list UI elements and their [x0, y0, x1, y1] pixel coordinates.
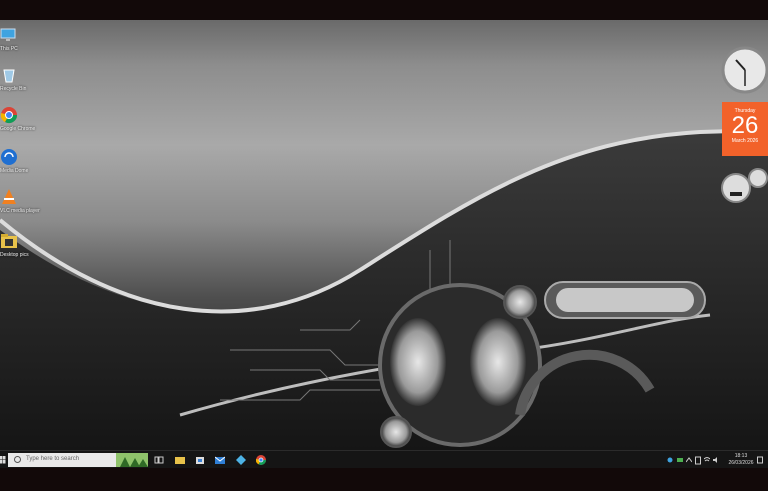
wifi-icon[interactable] — [704, 455, 710, 465]
notifications-icon[interactable] — [757, 455, 763, 465]
recycle-bin-icon — [3, 69, 15, 83]
taskbar: Type here to search 18:13 26/03/2026 — [0, 450, 768, 468]
search-highlight-image — [116, 453, 148, 467]
desktop-icon-recycle-bin[interactable]: Recycle Bin — [0, 66, 30, 92]
taskbar-search[interactable]: Type here to search — [8, 453, 148, 467]
analog-clock-gadget — [721, 46, 768, 94]
desktop-icon-desktop-pics[interactable]: Desktop pics — [0, 232, 30, 258]
desktop-icon-this-pc[interactable]: This PC — [0, 26, 30, 52]
chrome-icon — [0, 107, 18, 124]
desktop-icon-label: Google Chrome — [0, 126, 36, 132]
search-icon — [14, 456, 21, 463]
battery-icon[interactable] — [695, 455, 701, 465]
tray-show-hidden-icon[interactable] — [686, 455, 692, 465]
clock-date: 26/03/2026 — [728, 460, 754, 466]
desktop-icon-vlc[interactable]: VLC media player — [0, 188, 40, 214]
desktop-icon-chrome[interactable]: Google Chrome — [0, 106, 36, 132]
network-status-icon[interactable] — [667, 455, 673, 465]
monitor-icon — [0, 28, 16, 41]
file-explorer-icon[interactable] — [175, 455, 185, 465]
desktop-icon-label: Desktop pics — [0, 252, 29, 258]
monitor-bezel: This PC Recycle Bin Google Chrome Media … — [0, 0, 768, 491]
clock-time: 18:13 — [734, 453, 748, 459]
folder-icon — [1, 234, 17, 248]
desktop-icon-label: Media Dome — [0, 168, 29, 174]
calendar-gadget[interactable]: Thursday 26 March 2026 — [722, 102, 768, 156]
wallpaper — [0, 46, 768, 450]
desktop-icon-media-dome[interactable]: Media Dome — [0, 148, 30, 174]
mail-icon[interactable] — [215, 455, 225, 465]
volume-icon[interactable] — [713, 455, 719, 465]
taskbar-clock[interactable]: 18:13 26/03/2026 — [726, 453, 756, 467]
start-button[interactable] — [0, 455, 6, 465]
vlc-icon — [2, 189, 16, 204]
desktop-icon-label: This PC — [0, 46, 18, 52]
media-dome-icon — [1, 149, 17, 165]
calendar-month-year: March 2026 — [731, 138, 759, 144]
desktop-icon-label: Recycle Bin — [0, 86, 27, 92]
tray-app-icon[interactable] — [677, 455, 683, 465]
desktop-screen: This PC Recycle Bin Google Chrome Media … — [0, 20, 768, 468]
task-view-icon[interactable] — [154, 455, 164, 465]
store-icon[interactable] — [195, 455, 205, 465]
calendar-day: 26 — [731, 112, 759, 139]
desktop-icon-label: VLC media player — [0, 208, 40, 214]
search-placeholder: Type here to search — [26, 456, 80, 462]
app-diamond-icon[interactable] — [236, 455, 246, 465]
chrome-taskbar-icon[interactable] — [256, 455, 266, 465]
